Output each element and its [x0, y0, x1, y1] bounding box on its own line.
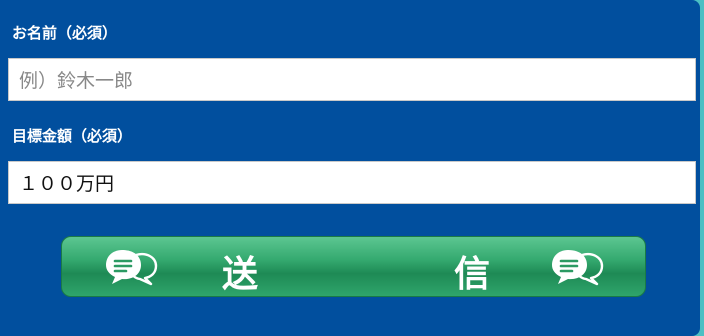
submit-button[interactable]: 送 信	[61, 236, 646, 297]
name-placeholder: 例）鈴木一郎	[19, 70, 134, 92]
name-label: お名前（必須）	[12, 24, 118, 42]
form-panel: お名前（必須） 例）鈴木一郎 目標金額（必須） １００万円 送 信	[0, 0, 700, 336]
submit-char-1: 送	[222, 254, 259, 295]
amount-field[interactable]: １００万円	[8, 161, 696, 204]
submit-char-2: 信	[454, 254, 491, 295]
chat-bubbles-icon	[104, 246, 160, 288]
name-field[interactable]: 例）鈴木一郎	[8, 58, 696, 101]
amount-value: １００万円	[19, 173, 115, 195]
chat-bubbles-icon	[550, 246, 606, 288]
amount-label: 目標金額（必須）	[12, 127, 133, 145]
